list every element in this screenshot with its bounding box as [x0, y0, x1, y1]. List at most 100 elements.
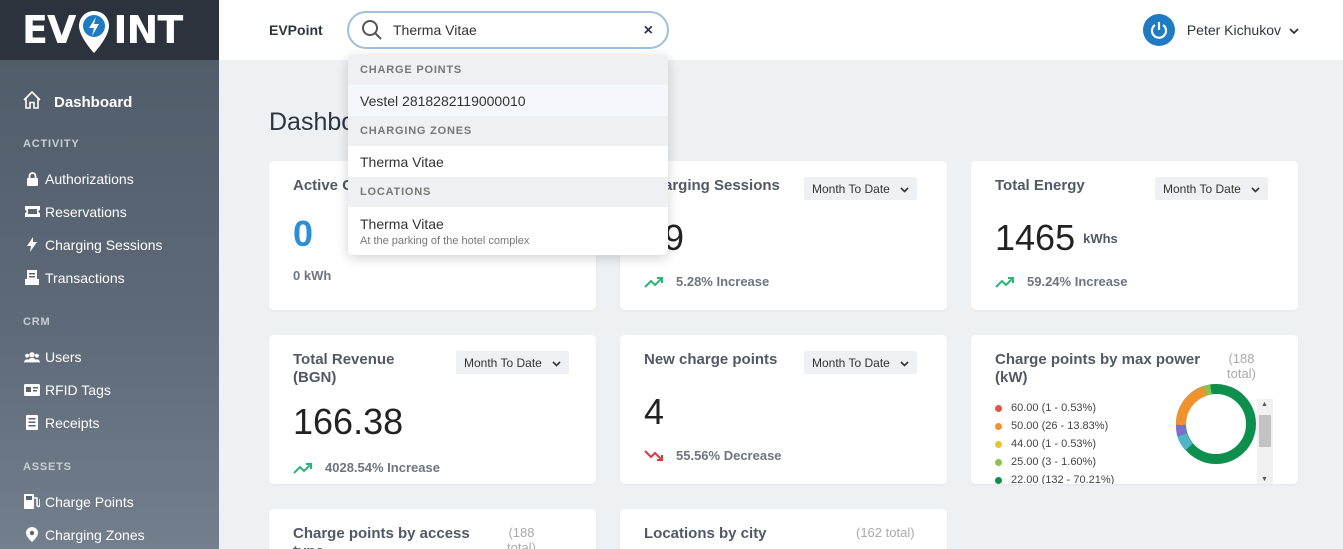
- new-cp-count: 4: [644, 391, 665, 432]
- section-title-crm: CRM: [23, 316, 51, 328]
- card-title-line: (BGN): [293, 369, 337, 386]
- clear-search-button[interactable]: ×: [644, 22, 653, 40]
- total-line: (188: [508, 525, 535, 540]
- ticket-icon: [24, 206, 40, 217]
- legend-item[interactable]: 50.00 (26 - 13.83%): [995, 417, 1145, 435]
- donut-segment-50kw: [1176, 386, 1207, 426]
- sidebar-item-rfid-tags[interactable]: RFID Tags: [0, 373, 219, 406]
- sidebar-item-transactions[interactable]: Transactions: [0, 261, 219, 294]
- total-count: (162 total): [856, 525, 915, 540]
- legend-dot: [995, 476, 1002, 484]
- logo-bar: EV INT: [0, 0, 219, 60]
- charger-icon: [24, 494, 40, 509]
- sidebar-item-authorizations[interactable]: Authorizations: [0, 162, 219, 195]
- legend-item[interactable]: 25.00 (3 - 1.60%): [995, 453, 1145, 471]
- new-cp-change: 55.56% Decrease: [644, 448, 782, 463]
- sidebar-item-users[interactable]: Users: [0, 340, 219, 373]
- sidebar-item-label: RFID Tags: [45, 381, 111, 398]
- legend-label: 60.00 (1 - 0.53%): [1011, 402, 1096, 414]
- legend-item[interactable]: 22.00 (132 - 70.21%): [995, 471, 1145, 484]
- change-label: 59.24% Increase: [1027, 274, 1128, 289]
- legend-item[interactable]: 44.00 (1 - 0.53%): [995, 435, 1145, 453]
- period-select-value: Month To Date: [812, 181, 890, 196]
- legend-dot: [995, 458, 1002, 466]
- energy-value-row: 1465 kWhs: [995, 217, 1118, 259]
- power-icon: [1150, 22, 1167, 39]
- card-title: Charge points by access type: [293, 525, 470, 549]
- card-max-power: Charge points by max power (kW) (188 tot…: [971, 335, 1298, 484]
- sidebar-item-dashboard[interactable]: Dashboard: [0, 88, 219, 116]
- card-new-charge-points: New charge points Month To Date 4 55.56%…: [620, 335, 947, 484]
- card-title: Total Revenue (BGN): [293, 351, 394, 387]
- sidebar-item-receipts[interactable]: Receipts: [0, 406, 219, 439]
- sidebar-nav: Dashboard ACTIVITY Authorizations Reserv…: [0, 60, 219, 549]
- sidebar-item-charge-points[interactable]: Charge Points: [0, 485, 219, 518]
- sidebar-item-label: Dashboard: [54, 93, 133, 111]
- change-label: 4028.54% Increase: [325, 460, 440, 475]
- period-select[interactable]: Month To Date: [804, 177, 917, 200]
- card-title-line: Charge points by access: [293, 525, 470, 542]
- results-group-locations: LOCATIONS: [348, 177, 668, 207]
- location-name: Therma Vitae: [360, 216, 444, 232]
- scrollbar-thumb[interactable]: [1259, 415, 1271, 447]
- home-icon: [22, 90, 42, 114]
- sidebar-item-label: Receipts: [45, 414, 100, 431]
- sidebar-item-charging-sessions[interactable]: Charging Sessions: [0, 228, 219, 261]
- result-item-charge-point[interactable]: Vestel 2818282119000010: [348, 85, 668, 116]
- user-name: Peter Kichukov: [1186, 22, 1281, 38]
- sidebar-item-charging-zones[interactable]: Charging Zones: [0, 518, 219, 549]
- logo-pin-icon: [79, 11, 110, 53]
- scroll-up-icon[interactable]: ▲: [1261, 401, 1268, 408]
- donut-chart[interactable]: [1173, 381, 1259, 467]
- chevron-down-icon: [1289, 22, 1299, 38]
- period-select[interactable]: Month To Date: [804, 351, 917, 374]
- chevron-down-icon: [552, 356, 561, 370]
- period-select[interactable]: Month To Date: [1155, 177, 1268, 200]
- legend-scrollbar[interactable]: ▲ ▼: [1257, 399, 1273, 484]
- card-title: New charge points: [644, 351, 778, 368]
- donut-segment-teal: [1177, 433, 1193, 451]
- search-input[interactable]: [393, 22, 623, 38]
- total-line: total): [507, 540, 536, 549]
- user-menu[interactable]: Peter Kichukov: [1142, 14, 1299, 46]
- revenue-change: 4028.54% Increase: [293, 460, 440, 475]
- receipt-icon: [24, 270, 40, 285]
- result-item-charging-zone[interactable]: Therma Vitae: [348, 146, 668, 177]
- sidebar-item-reservations[interactable]: Reservations: [0, 195, 219, 228]
- search-results-dropdown: CHARGE POINTS Vestel 2818282119000010 CH…: [348, 55, 668, 255]
- app-brand[interactable]: EVPoint: [269, 22, 323, 38]
- energy-unit: kWhs: [1083, 230, 1118, 246]
- period-select-value: Month To Date: [812, 355, 890, 370]
- section-title-assets: ASSETS: [23, 461, 72, 473]
- legend-label: 25.00 (3 - 1.60%): [1011, 456, 1096, 468]
- legend-label: 50.00 (26 - 13.83%): [1011, 420, 1109, 432]
- legend-dot: [995, 440, 1002, 448]
- card-locations-by-city: Locations by city (162 total): [620, 509, 947, 549]
- logo-text-right: INT: [113, 8, 183, 52]
- active-count: 0: [293, 213, 314, 254]
- legend-item[interactable]: 60.00 (1 - 0.53%): [995, 399, 1145, 417]
- search-box[interactable]: ×: [347, 11, 669, 49]
- card-total-energy: Total Energy Month To Date 1465 kWhs 59.…: [971, 161, 1298, 310]
- period-select[interactable]: Month To Date: [456, 351, 569, 374]
- card-title-line: Charge points by max power: [995, 351, 1201, 368]
- scroll-down-icon[interactable]: ▼: [1261, 476, 1268, 483]
- change-label: 55.56% Decrease: [676, 448, 782, 463]
- evpoint-logo[interactable]: EV INT: [22, 7, 183, 53]
- logo-text-left: EV: [22, 8, 76, 52]
- result-item-location[interactable]: Therma Vitae At the parking of the hotel…: [348, 207, 668, 255]
- legend-label: 22.00 (132 - 70.21%): [1011, 474, 1115, 484]
- section-title-activity: ACTIVITY: [23, 138, 80, 150]
- card-charging-sessions: Charging Sessions Month To Date 59 5.28%…: [620, 161, 947, 310]
- chart-legend[interactable]: 60.00 (1 - 0.53%) 50.00 (26 - 13.83%) 44.0…: [995, 399, 1145, 484]
- search-icon: [362, 20, 382, 40]
- sidebar-item-label: Charging Sessions: [45, 236, 163, 253]
- bolt-icon: [24, 237, 40, 252]
- total-line: (188: [1228, 351, 1255, 366]
- sidebar-item-label: Users: [45, 348, 82, 365]
- total-count: (188 total): [1227, 351, 1256, 381]
- trend-up-icon: [644, 276, 663, 288]
- legend-dot: [995, 422, 1002, 430]
